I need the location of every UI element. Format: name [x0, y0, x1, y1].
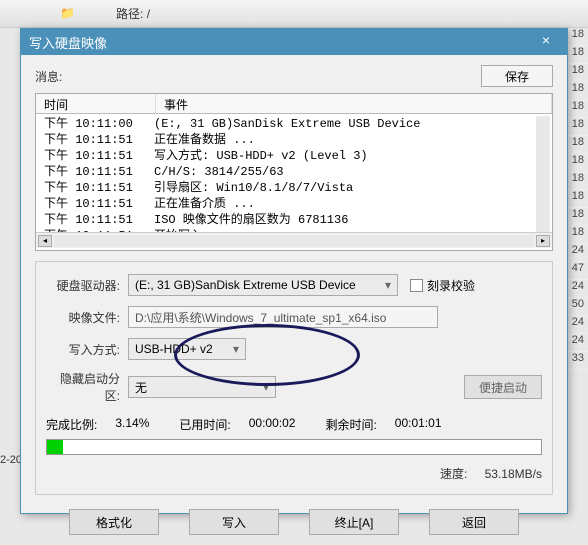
- scroll-right-icon[interactable]: ▸: [536, 235, 550, 247]
- log-row: 下午 10:11:00(E:, 31 GB)SanDisk Extreme US…: [36, 116, 552, 132]
- progress-stats: 完成比例: 3.14% 已用时间: 00:00:02 剩余时间: 00:01:01: [46, 416, 542, 433]
- verify-checkbox-wrap[interactable]: 刻录校验: [410, 277, 475, 294]
- write-mode-select[interactable]: USB-HDD+ v2: [128, 338, 246, 360]
- speed-label: 速度:: [440, 467, 467, 481]
- log-body: 下午 10:11:00(E:, 31 GB)SanDisk Extreme US…: [36, 114, 552, 232]
- back-button[interactable]: 返回: [429, 509, 519, 535]
- image-path-input[interactable]: D:\应用\系统\Windows_7_ultimate_sp1_x64.iso: [128, 306, 438, 328]
- verify-checkbox[interactable]: [410, 279, 423, 292]
- verify-label: 刻录校验: [427, 277, 475, 294]
- progress-fill: [47, 440, 63, 454]
- remain-label: 剩余时间:: [325, 416, 376, 433]
- log-row: 下午 10:11:51开始写入 ...: [36, 228, 552, 232]
- titlebar[interactable]: 写入硬盘映像 ×: [21, 29, 567, 55]
- hidden-partition-select[interactable]: 无: [128, 376, 276, 398]
- log-header: 时间 事件: [36, 94, 552, 114]
- log-listview[interactable]: 时间 事件 下午 10:11:00(E:, 31 GB)SanDisk Extr…: [35, 93, 553, 251]
- col-event[interactable]: 事件: [156, 94, 552, 113]
- write-button[interactable]: 写入: [189, 509, 279, 535]
- speed-row: 速度: 53.18MB/s: [46, 465, 542, 482]
- mode-label: 写入方式:: [46, 341, 128, 358]
- col-time[interactable]: 时间: [36, 94, 156, 113]
- log-row: 下午 10:11:51正在准备数据 ...: [36, 132, 552, 148]
- hidden-label: 隐藏启动分区:: [46, 370, 128, 404]
- image-label: 映像文件:: [46, 309, 128, 326]
- stop-button[interactable]: 终止[A]: [309, 509, 399, 535]
- save-button[interactable]: 保存: [481, 65, 553, 87]
- log-row: 下午 10:11:51C/H/S: 3814/255/63: [36, 164, 552, 180]
- vertical-scrollbar[interactable]: [536, 116, 550, 232]
- pct-value: 3.14%: [115, 416, 149, 433]
- scroll-left-icon[interactable]: ◂: [38, 235, 52, 247]
- elapsed-value: 00:00:02: [249, 416, 296, 433]
- log-row: 下午 10:11:51ISO 映像文件的扇区数为 6781136: [36, 212, 552, 228]
- toolbar-icon: 📁: [60, 6, 76, 22]
- horizontal-scrollbar[interactable]: ◂ ▸: [36, 232, 552, 248]
- scroll-track[interactable]: [54, 235, 534, 247]
- message-label: 消息:: [35, 68, 62, 85]
- close-button[interactable]: ×: [533, 32, 559, 52]
- log-row: 下午 10:11:51写入方式: USB-HDD+ v2 (Level 3): [36, 148, 552, 164]
- elapsed-label: 已用时间:: [179, 416, 230, 433]
- progress-bar: [46, 439, 542, 455]
- log-row: 下午 10:11:51正在准备介质 ...: [36, 196, 552, 212]
- background-toolbar: 📁 路径: /: [0, 0, 588, 28]
- dialog-title: 写入硬盘映像: [29, 33, 107, 52]
- remain-value: 00:01:01: [395, 416, 442, 433]
- format-button[interactable]: 格式化: [69, 509, 159, 535]
- quick-start-button[interactable]: 便捷启动: [464, 375, 542, 399]
- drive-label: 硬盘驱动器:: [46, 277, 128, 294]
- drive-select[interactable]: (E:, 31 GB)SanDisk Extreme USB Device: [128, 274, 398, 296]
- pct-label: 完成比例:: [46, 416, 97, 433]
- form-panel: 硬盘驱动器: (E:, 31 GB)SanDisk Extreme USB De…: [35, 261, 553, 495]
- bottom-buttons: 格式化 写入 终止[A] 返回: [35, 509, 553, 535]
- write-disk-image-dialog: 写入硬盘映像 × 消息: 保存 时间 事件 下午 10:11:00(E:, 31…: [20, 28, 568, 514]
- log-row: 下午 10:11:51引导扇区: Win10/8.1/8/7/Vista: [36, 180, 552, 196]
- speed-value: 53.18MB/s: [485, 467, 542, 481]
- path-label: 路径: /: [116, 5, 150, 22]
- side-marker: 2-20: [0, 454, 22, 466]
